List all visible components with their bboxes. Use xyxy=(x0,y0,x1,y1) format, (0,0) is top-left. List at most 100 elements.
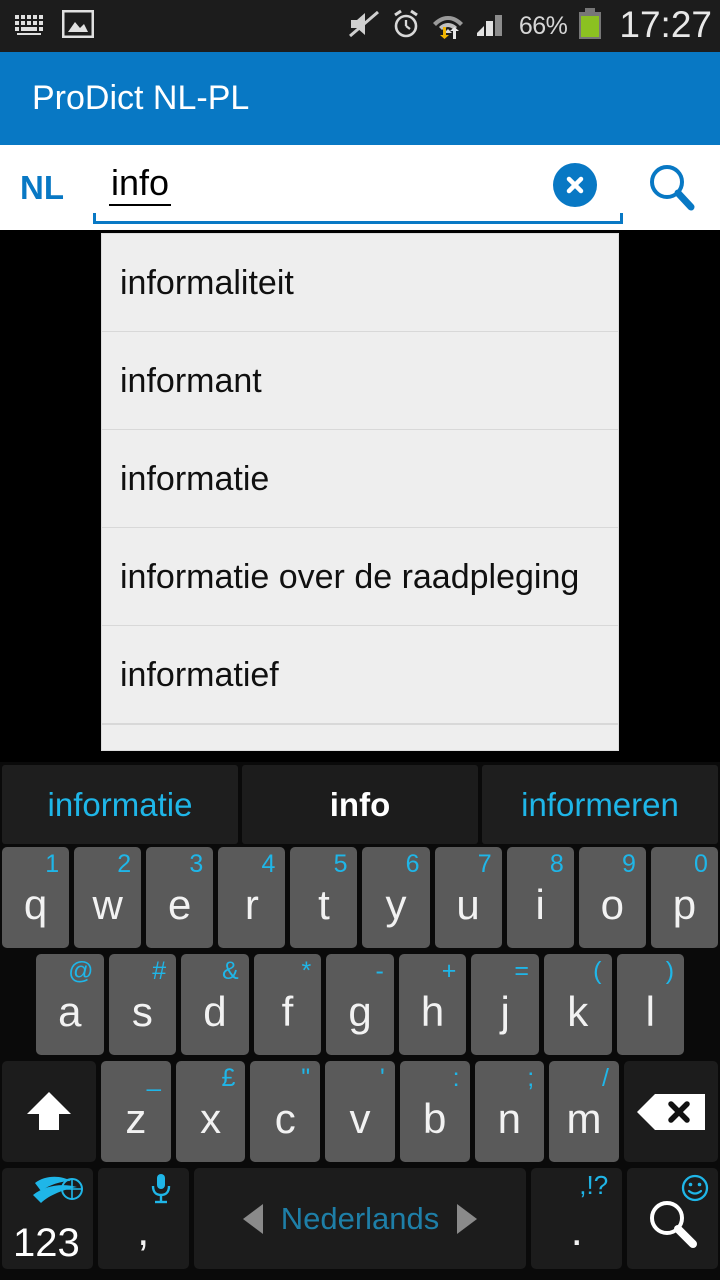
key-alt-label: 4 xyxy=(261,850,276,878)
key-alt-label: £ xyxy=(221,1064,236,1092)
key-r[interactable]: 4r xyxy=(218,847,286,948)
key-u[interactable]: 7u xyxy=(434,847,502,948)
key-label: y xyxy=(385,880,407,928)
key-alt-label: 7 xyxy=(477,850,492,878)
key-alt-label: & xyxy=(222,957,239,985)
keyboard-row-2: @ a # s & d * f -g + h = j (k ) l xyxy=(0,951,720,1058)
key-alt-label: * xyxy=(301,957,312,985)
signal-icon xyxy=(475,9,509,44)
enter-search-key[interactable] xyxy=(627,1168,719,1269)
key-alt-label: # xyxy=(152,957,167,985)
key-alt-label: 5 xyxy=(333,850,348,878)
key-label: w xyxy=(92,880,123,928)
key-alt-label: 6 xyxy=(405,850,420,878)
list-item[interactable]: informaliteit xyxy=(102,234,618,332)
key-m[interactable]: / m xyxy=(549,1061,619,1162)
next-language-icon[interactable] xyxy=(457,1203,478,1234)
key-label: i xyxy=(535,880,545,928)
key-alt-label: 9 xyxy=(621,850,636,878)
list-item-partial[interactable] xyxy=(102,724,618,750)
key-v[interactable]: ' v xyxy=(325,1061,395,1162)
keyboard-prediction-strip: informatie info informeren xyxy=(0,762,720,844)
prev-language-icon[interactable] xyxy=(242,1203,263,1234)
smiley-icon[interactable] xyxy=(680,1173,710,1208)
soft-keyboard: informatie info informeren 1q 2w 3e 4r 5… xyxy=(0,762,720,1280)
key-alt-label: ) xyxy=(665,957,675,985)
list-item[interactable]: informatie xyxy=(102,430,618,528)
shift-icon[interactable] xyxy=(2,1061,97,1162)
comma-key-label: , xyxy=(137,1205,150,1255)
key-y[interactable]: 6y xyxy=(362,847,430,948)
key-s[interactable]: # s xyxy=(108,954,177,1055)
key-alt-label: + xyxy=(441,957,457,985)
list-item[interactable]: informatief xyxy=(102,626,618,724)
key-alt-label: 1 xyxy=(45,850,60,878)
key-o[interactable]: 9o xyxy=(578,847,646,948)
key-label: g xyxy=(348,987,372,1035)
list-item[interactable]: informant xyxy=(102,332,618,430)
key-label: n xyxy=(497,1094,522,1142)
key-alt-label: = xyxy=(514,957,529,985)
space-key[interactable]: Nederlands xyxy=(193,1168,527,1269)
search-input-value: info xyxy=(109,163,172,206)
key-b[interactable]: :b xyxy=(399,1061,470,1162)
key-l[interactable]: ) l xyxy=(616,954,685,1055)
search-icon[interactable] xyxy=(639,155,705,221)
space-key-label: Nederlands xyxy=(280,1200,440,1236)
comma-key[interactable]: , xyxy=(97,1168,189,1269)
key-alt-label: : xyxy=(452,1064,460,1092)
key-h[interactable]: + h xyxy=(398,954,467,1055)
key-label: o xyxy=(600,880,624,928)
prediction-word[interactable]: informeren xyxy=(482,765,718,844)
prediction-word-current[interactable]: info xyxy=(242,765,478,844)
key-c[interactable]: " c xyxy=(250,1061,321,1162)
key-a[interactable]: @ a xyxy=(36,954,104,1055)
key-alt-label: _ xyxy=(146,1064,161,1092)
key-i[interactable]: 8i xyxy=(506,847,574,948)
key-label: x xyxy=(200,1094,222,1142)
clear-icon[interactable] xyxy=(553,162,597,207)
app-bar: ProDict NL-PL xyxy=(0,52,720,145)
numeric-mode-key[interactable]: 123 xyxy=(2,1168,93,1269)
key-label: r xyxy=(244,880,259,928)
key-alt-label: ; xyxy=(527,1064,535,1092)
key-label: v xyxy=(349,1094,371,1142)
key-x[interactable]: £ x xyxy=(175,1061,246,1162)
prediction-word[interactable]: informatie xyxy=(2,765,238,844)
swiftkey-logo-icon xyxy=(31,1173,85,1214)
key-alt-label: 3 xyxy=(189,850,204,878)
period-key[interactable]: ,!? . xyxy=(531,1168,623,1269)
status-bar-clock: 17:27 xyxy=(619,4,712,45)
key-f[interactable]: * f xyxy=(253,954,322,1055)
key-label: z xyxy=(125,1094,147,1142)
key-d[interactable]: & d xyxy=(181,954,249,1055)
status-bar-left-icons xyxy=(14,9,95,43)
key-alt-label: ' xyxy=(380,1064,385,1092)
key-label: d xyxy=(203,987,227,1035)
battery-percentage: 66% xyxy=(518,11,568,40)
key-label: j xyxy=(500,987,510,1035)
key-w[interactable]: 2w xyxy=(74,847,142,948)
list-item[interactable]: informatie over de raadpleging xyxy=(102,528,618,626)
backspace-icon[interactable] xyxy=(623,1061,718,1162)
key-p[interactable]: 0p xyxy=(650,847,718,948)
autocomplete-dropdown[interactable]: informaliteit informant informatie infor… xyxy=(101,233,619,751)
key-label: q xyxy=(23,880,48,928)
key-j[interactable]: = j xyxy=(471,954,539,1055)
key-label: t xyxy=(318,880,330,928)
key-z[interactable]: _ z xyxy=(101,1061,171,1162)
key-label: h xyxy=(420,987,445,1035)
keyboard-row-4: 123 , Nederlands ,!? . xyxy=(0,1165,720,1272)
key-n[interactable]: ; n xyxy=(474,1061,545,1162)
search-input[interactable]: info xyxy=(93,152,623,224)
source-language-label[interactable]: NL xyxy=(20,169,90,207)
key-q[interactable]: 1q xyxy=(2,847,70,948)
keyboard-icon xyxy=(14,13,44,40)
key-t[interactable]: 5t xyxy=(290,847,358,948)
key-e[interactable]: 3e xyxy=(146,847,214,948)
alarm-icon xyxy=(391,9,421,44)
search-bar: NL info xyxy=(0,145,720,230)
mute-icon xyxy=(347,9,381,44)
key-g[interactable]: -g xyxy=(326,954,394,1055)
key-k[interactable]: (k xyxy=(543,954,612,1055)
